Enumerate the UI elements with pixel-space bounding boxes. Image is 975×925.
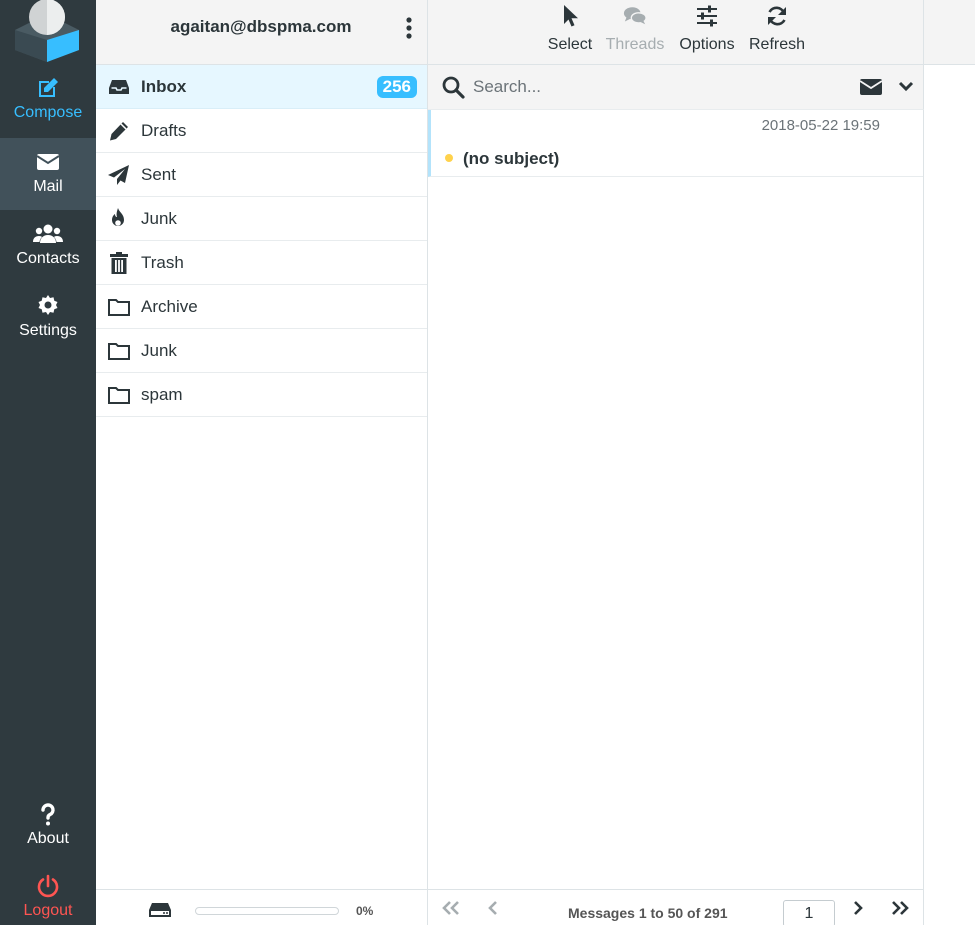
nav-compose[interactable]: Compose [0, 66, 96, 130]
envelope-filter-icon[interactable] [859, 77, 883, 97]
folder-list: Inbox 256 Drafts Sent Junk Trash Archive… [96, 65, 427, 417]
folder-header: agaitan@dbspma.com [96, 0, 427, 65]
sliders-icon [676, 0, 738, 32]
nav-about[interactable]: About [0, 790, 96, 862]
envelope-icon [0, 150, 96, 176]
question-icon [0, 802, 96, 828]
nav-contacts[interactable]: Contacts [0, 210, 96, 282]
select-label: Select [547, 36, 593, 53]
compose-icon [0, 76, 96, 102]
folder-label: spam [141, 385, 183, 404]
folder-trash[interactable]: Trash [96, 241, 427, 285]
more-options-icon[interactable] [402, 16, 416, 42]
message-row[interactable]: 2018-05-22 19:59 (no subject) [428, 110, 923, 177]
nav-about-label: About [27, 830, 69, 847]
folder-icon [107, 383, 131, 407]
folder-pane: agaitan@dbspma.com Inbox 256 Drafts Sent [96, 0, 428, 925]
nav-mail[interactable]: Mail [0, 138, 96, 210]
chevron-down-icon[interactable] [898, 78, 914, 94]
folder-icon [107, 339, 131, 363]
next-page-icon[interactable] [848, 900, 868, 916]
folder-label: Trash [141, 253, 184, 272]
search-icon[interactable] [441, 75, 465, 99]
pencil-icon [107, 119, 131, 143]
users-icon [0, 222, 96, 248]
nav-compose-label: Compose [13, 104, 83, 121]
power-icon [0, 874, 96, 900]
folder-label: Inbox [141, 77, 187, 96]
preview-header [924, 0, 975, 65]
paper-plane-icon [107, 163, 131, 187]
message-count: Messages 1 to 50 of 291 [568, 905, 728, 921]
message-toolbar: Select Threads Options Refresh [428, 0, 924, 65]
folder-label: Sent [141, 165, 176, 184]
hard-drive-icon [148, 902, 172, 918]
folder-icon [107, 295, 131, 319]
folder-archive[interactable]: Archive [96, 285, 427, 329]
fire-icon [107, 207, 131, 231]
folder-label: Junk [141, 341, 177, 360]
threads-label: Threads [605, 36, 665, 53]
folder-label: Archive [141, 297, 198, 316]
folder-drafts[interactable]: Drafts [96, 109, 427, 153]
page-number-input[interactable] [783, 900, 835, 925]
message-date: 2018-05-22 19:59 [761, 117, 880, 134]
roundcube-logo[interactable] [12, 0, 82, 62]
nav-contacts-label: Contacts [16, 250, 80, 267]
refresh-button[interactable]: Refresh [748, 0, 806, 64]
nav-settings-label: Settings [19, 322, 77, 339]
folder-label: Drafts [141, 121, 187, 140]
pointer-icon [544, 0, 596, 32]
search-bar [428, 65, 924, 110]
comments-icon [605, 0, 665, 32]
refresh-label: Refresh [748, 36, 806, 53]
quota-display: 0% [96, 889, 427, 925]
folder-junk-2[interactable]: Junk [96, 329, 427, 373]
quota-bar [195, 907, 339, 915]
previous-page-icon[interactable] [484, 900, 504, 916]
folder-inbox[interactable]: Inbox 256 [96, 65, 427, 109]
message-subject: (no subject) [463, 149, 560, 168]
preview-pane [924, 65, 975, 925]
nav-mail-label: Mail [33, 178, 63, 195]
last-page-icon[interactable] [890, 900, 910, 916]
refresh-icon [748, 0, 806, 32]
nav-settings[interactable]: Settings [0, 282, 96, 354]
message-list: 2018-05-22 19:59 (no subject) [428, 110, 924, 889]
options-label: Options [679, 36, 735, 53]
inbox-icon [107, 75, 131, 99]
folder-spam[interactable]: spam [96, 373, 427, 417]
folder-junk[interactable]: Junk [96, 197, 427, 241]
gear-icon [0, 294, 96, 320]
main-nav: Compose Mail Contacts Settings About Log… [0, 0, 96, 925]
threads-button[interactable]: Threads [605, 0, 665, 64]
unread-indicator [445, 154, 453, 162]
quota-percent: 0% [356, 904, 374, 918]
options-button[interactable]: Options [676, 0, 738, 64]
nav-logout[interactable]: Logout [0, 862, 96, 925]
folder-label: Junk [141, 209, 177, 228]
pagination: Messages 1 to 50 of 291 [428, 889, 924, 925]
unread-count-badge: 256 [376, 76, 417, 98]
search-input[interactable] [473, 73, 853, 101]
trash-icon [107, 251, 131, 275]
account-email: agaitan@dbspma.com [170, 17, 352, 36]
first-page-icon[interactable] [441, 900, 461, 916]
folder-sent[interactable]: Sent [96, 153, 427, 197]
select-button[interactable]: Select [544, 0, 596, 64]
nav-logout-label: Logout [23, 902, 73, 919]
